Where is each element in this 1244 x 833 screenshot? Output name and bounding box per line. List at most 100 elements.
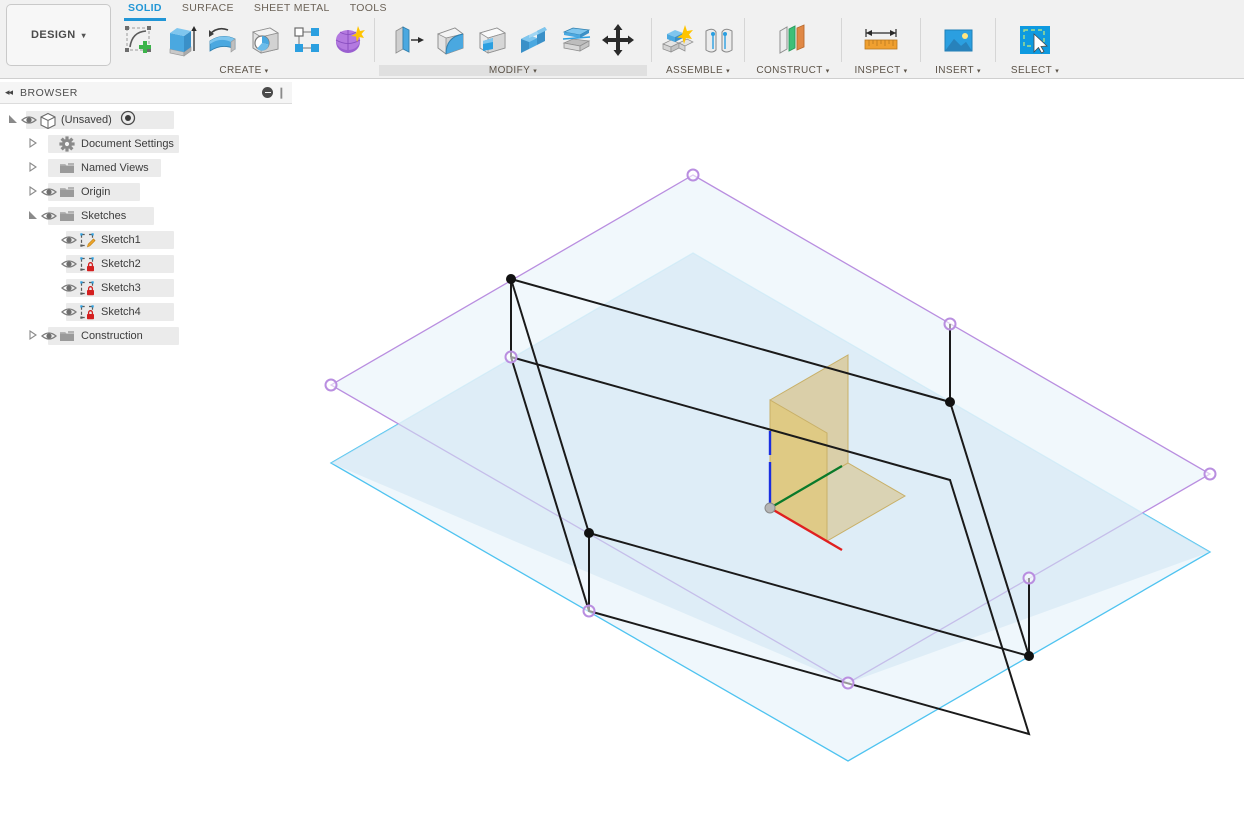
- visibility-eye-icon[interactable]: [40, 327, 58, 345]
- select-panel-label[interactable]: SELECT ▾: [1000, 65, 1070, 76]
- modify-panel: MODIFY ▾: [379, 16, 647, 76]
- plane-handle-7[interactable]: [1022, 571, 1036, 585]
- tree-row-sketch-4[interactable]: Sketch4: [0, 300, 292, 324]
- ribbon-toolbar: DESIGN ▾ SOLID SURFACE SHEET METAL TOOLS: [0, 0, 1244, 79]
- assemble-panel-label[interactable]: ASSEMBLE ▾: [656, 65, 740, 76]
- tree-row-label: Construction: [81, 330, 143, 342]
- browser-title: BROWSER: [20, 86, 78, 99]
- form-icon[interactable]: [329, 19, 369, 61]
- fillet-icon[interactable]: [430, 19, 470, 61]
- tree-row-origin-folder[interactable]: Origin: [0, 180, 292, 204]
- create-panel-label[interactable]: CREATE ▾: [118, 65, 370, 76]
- minus-circle-icon[interactable]: [262, 87, 273, 98]
- chevron-down-icon: ▾: [533, 68, 538, 75]
- shell-icon[interactable]: [472, 19, 512, 61]
- select-cursor-icon[interactable]: [1015, 19, 1055, 61]
- expander-collapsed-icon[interactable]: [26, 185, 40, 199]
- press-pull-icon[interactable]: [388, 19, 428, 61]
- combine-icon[interactable]: [514, 19, 554, 61]
- offset-plane-icon[interactable]: [773, 19, 813, 61]
- create-panel-icons: [118, 16, 370, 64]
- new-sketch-icon[interactable]: [119, 19, 159, 61]
- tree-row-label: Sketch3: [101, 282, 141, 294]
- radio-dot-icon[interactable]: [120, 110, 136, 131]
- expander-expanded-icon[interactable]: [6, 113, 20, 127]
- tree-row-document-settings[interactable]: Document Settings: [0, 132, 292, 156]
- split-face-icon[interactable]: [556, 19, 596, 61]
- collapse-panel-icon[interactable]: ◂◂: [5, 87, 13, 98]
- pattern-icon[interactable]: [287, 19, 327, 61]
- workspace-switcher-button[interactable]: DESIGN ▾: [6, 4, 111, 66]
- visibility-eye-icon[interactable]: [40, 183, 58, 201]
- expander-collapsed-icon[interactable]: [26, 161, 40, 175]
- visibility-eye-icon[interactable]: [20, 111, 38, 129]
- insert-image-icon[interactable]: [938, 19, 978, 61]
- plane-handle-6[interactable]: [943, 317, 957, 331]
- insert-panel-icons: [937, 16, 979, 64]
- sketch-vertex-3[interactable]: [1024, 651, 1034, 661]
- plane-handle-5[interactable]: [504, 350, 518, 364]
- joint-icon[interactable]: [699, 19, 739, 61]
- panel-grip-icon[interactable]: ❙: [277, 86, 286, 99]
- tree-row-label: Origin: [81, 186, 111, 198]
- construct-panel-icons: [772, 16, 814, 64]
- sketch-vertex-2[interactable]: [945, 397, 955, 407]
- plane-handle-8[interactable]: [582, 604, 596, 618]
- chevron-down-icon: ▾: [1055, 68, 1060, 75]
- tree-row-sketches-folder[interactable]: Sketches: [0, 204, 292, 228]
- tree-row-label: Sketch1: [101, 234, 141, 246]
- gear-icon: [58, 135, 76, 153]
- 3d-canvas[interactable]: [292, 80, 1244, 833]
- extrude-icon[interactable]: [161, 19, 201, 61]
- assemble-panel: ASSEMBLE ▾: [656, 16, 740, 76]
- expander-collapsed-icon[interactable]: [26, 137, 40, 151]
- folder-icon: [58, 159, 76, 177]
- construct-panel-label[interactable]: CONSTRUCT ▾: [749, 65, 837, 76]
- tree-row-label: Sketch4: [101, 306, 141, 318]
- ribbon-panels: CREATE ▾ MODIFY ▾ ASSEMBLE ▾ CONSTRUCT ▾…: [118, 16, 1070, 76]
- sketch-vertex-1[interactable]: [506, 274, 516, 284]
- tree-row-sketch-3[interactable]: Sketch3: [0, 276, 292, 300]
- document-cube-icon: [38, 111, 56, 130]
- plane-handle-4[interactable]: [324, 378, 338, 392]
- new-component-icon[interactable]: [657, 19, 697, 61]
- visibility-eye-icon[interactable]: [60, 231, 78, 249]
- tab-sheet-metal-label: SHEET METAL: [253, 2, 330, 14]
- plane-handle-1[interactable]: [686, 168, 700, 182]
- tree-row-sketch-2[interactable]: Sketch2: [0, 252, 292, 276]
- insert-panel: INSERT ▾: [925, 16, 991, 76]
- expander-expanded-icon[interactable]: [26, 209, 40, 223]
- visibility-eye-icon[interactable]: [60, 303, 78, 321]
- tab-surface-label: SURFACE: [181, 2, 234, 14]
- inspect-panel: INSPECT ▾: [846, 16, 916, 76]
- tree-row-label: Sketch2: [101, 258, 141, 270]
- modify-panel-label[interactable]: MODIFY ▾: [379, 65, 647, 76]
- chevron-down-icon: ▾: [903, 68, 908, 75]
- origin-point[interactable]: [764, 502, 776, 514]
- panel-divider: [841, 18, 842, 62]
- sketch-vertex-4[interactable]: [584, 528, 594, 538]
- move-copy-icon[interactable]: [598, 19, 638, 61]
- visibility-eye-icon[interactable]: [40, 207, 58, 225]
- plane-handle-2[interactable]: [1203, 467, 1217, 481]
- panel-divider: [744, 18, 745, 62]
- insert-panel-label[interactable]: INSERT ▾: [925, 65, 991, 76]
- plane-handle-3[interactable]: [841, 676, 855, 690]
- tree-row-sketch-1[interactable]: Sketch1: [0, 228, 292, 252]
- tree-row-document-root[interactable]: (Unsaved): [0, 108, 292, 132]
- tab-tools-label: TOOLS: [349, 2, 387, 14]
- expander-collapsed-icon[interactable]: [26, 329, 40, 343]
- scene-graphics: [324, 168, 1217, 762]
- visibility-eye-icon[interactable]: [60, 279, 78, 297]
- tree-row-construction-folder[interactable]: Construction: [0, 324, 292, 348]
- revolve-icon[interactable]: [203, 19, 243, 61]
- inspect-panel-label[interactable]: INSPECT ▾: [846, 65, 916, 76]
- sweep-icon[interactable]: [245, 19, 285, 61]
- tree-row-named-views[interactable]: Named Views: [0, 156, 292, 180]
- visibility-eye-icon[interactable]: [60, 255, 78, 273]
- chevron-down-icon: ▾: [264, 68, 269, 75]
- measure-icon[interactable]: [861, 19, 901, 61]
- tab-solid-label: SOLID: [128, 2, 162, 14]
- browser-tree: (Unsaved) Document Settings Named Views Ori…: [0, 108, 292, 348]
- tree-row-label: Named Views: [81, 162, 149, 174]
